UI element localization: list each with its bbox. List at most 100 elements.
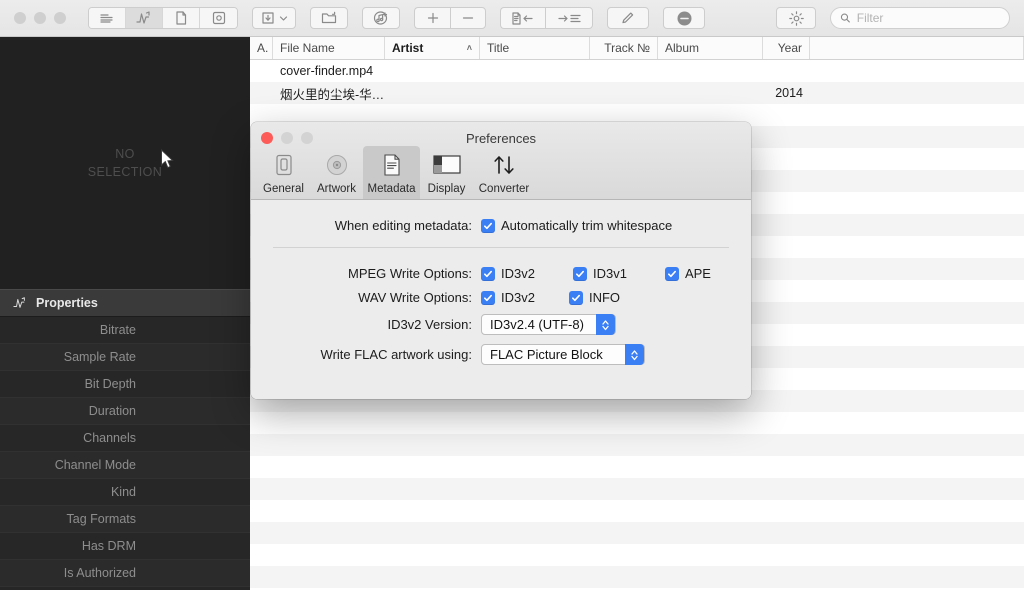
stop-button[interactable] bbox=[663, 7, 705, 29]
column-header-title[interactable]: Title bbox=[480, 37, 590, 59]
table-row-empty[interactable] bbox=[250, 434, 1024, 456]
property-row[interactable]: Duration bbox=[0, 398, 250, 425]
remove-button[interactable] bbox=[450, 7, 486, 29]
import-down-icon bbox=[262, 12, 274, 24]
preferences-tab-general[interactable]: General bbox=[257, 146, 310, 199]
music-add-icon bbox=[373, 11, 388, 25]
column-header-label: Album bbox=[665, 41, 700, 55]
column-header-artist[interactable]: Artist ˄ bbox=[385, 37, 480, 59]
list-icon bbox=[100, 14, 113, 23]
chevron-down-icon bbox=[279, 15, 288, 21]
checkbox-checked-icon bbox=[568, 290, 583, 305]
checkbox-checked-icon bbox=[481, 266, 495, 281]
stepper-chevrons-icon bbox=[596, 314, 615, 335]
checkbox-label: ID3v2 bbox=[501, 290, 535, 305]
column-header-label: Year bbox=[777, 41, 802, 55]
trim-whitespace-checkbox[interactable]: Automatically trim whitespace bbox=[481, 218, 672, 233]
checkbox-id3v2[interactable]: ID3v2 bbox=[481, 290, 535, 305]
property-row[interactable]: Bitrate bbox=[0, 317, 250, 344]
preferences-tab-metadata[interactable]: Metadata bbox=[363, 146, 420, 199]
open-folder-button[interactable] bbox=[310, 7, 348, 29]
preferences-tab-label: Artwork bbox=[317, 183, 356, 195]
copy-group bbox=[500, 7, 593, 29]
table-row-empty[interactable] bbox=[250, 500, 1024, 522]
stepper-chevrons-icon bbox=[625, 344, 644, 365]
column-header[interactable] bbox=[810, 37, 1024, 59]
preferences-tab-converter[interactable]: Converter bbox=[473, 146, 535, 199]
waveform-view-button[interactable] bbox=[126, 8, 163, 28]
table-row-empty[interactable] bbox=[250, 566, 1024, 588]
table-row-empty[interactable] bbox=[250, 456, 1024, 478]
table-row[interactable]: 烟火里的尘埃-华… 2014 bbox=[250, 82, 1024, 104]
table-row[interactable]: cover-finder.mp4 bbox=[250, 60, 1024, 82]
property-row[interactable]: Is Authorized bbox=[0, 560, 250, 587]
import-button[interactable] bbox=[252, 7, 296, 29]
preferences-toolbar-tabs: General Artwork Metadata Display Converter bbox=[257, 146, 535, 199]
preferences-body: When editing metadata: Automatically tri… bbox=[251, 200, 751, 399]
toolbar bbox=[0, 0, 1024, 37]
add-music-button[interactable] bbox=[362, 7, 400, 29]
disc-view-button[interactable] bbox=[200, 8, 237, 28]
flac-artwork-value: FLAC Picture Block bbox=[490, 347, 603, 362]
property-label: Sample Rate bbox=[63, 350, 136, 364]
preferences-window: Preferences General Artwork Metadata Displa… bbox=[251, 122, 751, 399]
table-row-empty[interactable] bbox=[250, 522, 1024, 544]
minimize-window-button[interactable] bbox=[34, 12, 46, 24]
table-cell: 烟火里的尘埃-华… bbox=[280, 87, 385, 102]
id3v2-version-select[interactable]: ID3v2.4 (UTF-8) bbox=[481, 314, 616, 335]
preferences-tab-display[interactable]: Display bbox=[420, 146, 473, 199]
sidebar-section-properties[interactable]: Properties bbox=[0, 289, 250, 317]
column-header-a[interactable]: A. bbox=[250, 37, 273, 59]
property-row[interactable]: Tag Formats bbox=[0, 506, 250, 533]
flac-artwork-row: Write FLAC artwork using: FLAC Picture B… bbox=[251, 344, 751, 365]
doc-arrow-left-icon bbox=[512, 11, 533, 25]
table-row-empty[interactable] bbox=[250, 478, 1024, 500]
disc-icon bbox=[212, 11, 225, 25]
column-header-file-name[interactable]: File Name bbox=[273, 37, 385, 59]
copy-right-button[interactable] bbox=[545, 7, 593, 29]
property-row[interactable]: Has DRM bbox=[0, 533, 250, 560]
property-row[interactable]: Channel Mode bbox=[0, 452, 250, 479]
pencil-icon bbox=[622, 12, 634, 24]
properties-list: Bitrate Sample Rate Bit Depth Duration Chann… bbox=[0, 317, 250, 587]
property-row[interactable]: Kind bbox=[0, 479, 250, 506]
flac-artwork-label: Write FLAC artwork using: bbox=[320, 347, 472, 362]
property-label: Tag Formats bbox=[66, 512, 136, 526]
column-header-album[interactable]: Album bbox=[658, 37, 763, 59]
property-row[interactable]: Sample Rate bbox=[0, 344, 250, 371]
search-input[interactable] bbox=[856, 11, 1000, 25]
column-header-label: Title bbox=[487, 41, 510, 55]
list-view-button[interactable] bbox=[89, 8, 126, 28]
flac-artwork-select[interactable]: FLAC Picture Block bbox=[481, 344, 645, 365]
close-window-button[interactable] bbox=[14, 12, 26, 24]
preferences-tab-artwork[interactable]: Artwork bbox=[310, 146, 363, 199]
settings-button[interactable] bbox=[776, 7, 816, 29]
add-button[interactable] bbox=[414, 7, 450, 29]
checkbox-ape[interactable]: APE bbox=[664, 266, 711, 281]
zoom-window-button[interactable] bbox=[54, 12, 66, 24]
table-row-empty[interactable] bbox=[250, 412, 1024, 434]
property-row[interactable]: Channels bbox=[0, 425, 250, 452]
property-row[interactable]: Bit Depth bbox=[0, 371, 250, 398]
checkbox-info[interactable]: INFO bbox=[568, 290, 620, 305]
file-view-button[interactable] bbox=[163, 8, 200, 28]
column-header-track[interactable]: Track № bbox=[590, 37, 658, 59]
plus-icon bbox=[427, 12, 438, 24]
editing-metadata-row: When editing metadata: Automatically tri… bbox=[251, 218, 751, 233]
filter-search-box[interactable] bbox=[830, 7, 1010, 29]
preferences-titlebar: Preferences General Artwork Metadata Displa… bbox=[251, 122, 751, 200]
app-window: NO SELECTION Properties Bitrate Sample Ra… bbox=[0, 0, 1024, 590]
artwork-well[interactable]: NO SELECTION bbox=[0, 37, 250, 289]
music-group bbox=[362, 7, 400, 29]
checkbox-checked-icon bbox=[664, 266, 679, 281]
property-label: Channel Mode bbox=[54, 458, 136, 472]
view-mode-segmented-control[interactable] bbox=[88, 7, 238, 29]
table-row-empty[interactable] bbox=[250, 544, 1024, 566]
copy-left-button[interactable] bbox=[500, 7, 545, 29]
column-header-year[interactable]: Year bbox=[763, 37, 810, 59]
checkbox-id3v2[interactable]: ID3v2 bbox=[481, 266, 535, 281]
checkbox-id3v1[interactable]: ID3v1 bbox=[572, 266, 627, 281]
edit-button[interactable] bbox=[607, 7, 649, 29]
checkbox-label: ID3v1 bbox=[592, 266, 627, 281]
wav-write-options-label: WAV Write Options: bbox=[358, 290, 472, 305]
